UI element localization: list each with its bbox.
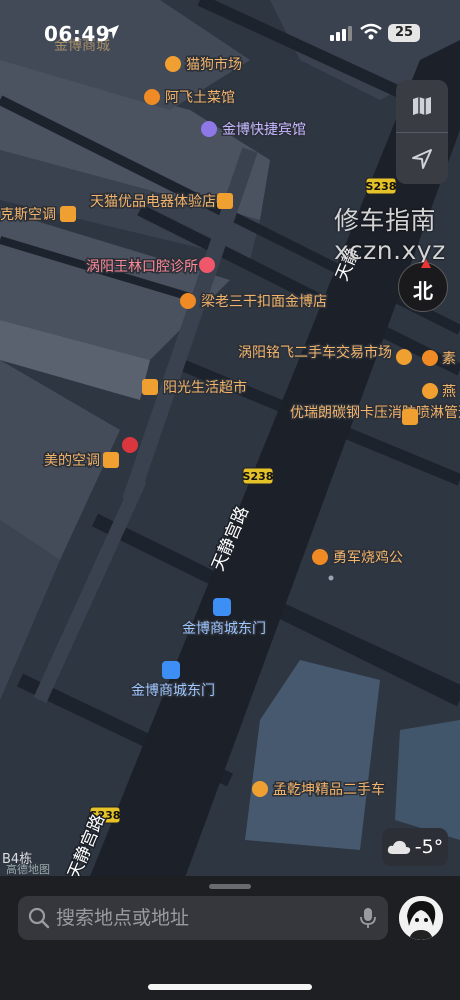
compass-button[interactable]: 北 <box>398 259 448 312</box>
map-controls <box>396 80 448 184</box>
poi-label: 金博商城东门 <box>131 682 215 699</box>
shop-icon <box>103 452 119 468</box>
search-icon <box>28 907 50 929</box>
poi-label: 阿飞土菜馆 <box>165 90 235 106</box>
weather-temperature: -5° <box>414 836 444 858</box>
sheet-grabber[interactable] <box>209 884 251 889</box>
status-time: 06:49 <box>44 22 111 46</box>
fork-knife-icon <box>422 350 438 366</box>
watermark-line: 修车指南 <box>334 206 437 235</box>
weather-widget[interactable]: -5° <box>382 828 448 866</box>
car-icon <box>396 349 412 365</box>
fork-knife-icon <box>144 89 160 105</box>
poi-label: 金博商城东门 <box>182 620 266 637</box>
poi-label: 涡阳铭飞二手车交易市场 <box>238 344 392 361</box>
shop-icon <box>217 193 233 209</box>
briefcase-icon <box>402 409 418 425</box>
shop-icon <box>60 206 76 222</box>
search-bar[interactable] <box>18 896 388 940</box>
brand-badge-icon <box>122 437 138 453</box>
poi-label: 孟乾坤精品二手车 <box>273 781 385 798</box>
poi-noodle-shop[interactable]: 梁老三干扣面金博店 <box>180 292 329 312</box>
bottom-sheet <box>0 876 460 1000</box>
battery-indicator: 25 <box>388 24 420 42</box>
poi-label: 素 <box>442 351 456 367</box>
route-shield-label: S238 <box>243 470 274 483</box>
avatar-image <box>399 896 443 940</box>
car-icon <box>252 781 268 797</box>
status-bar: 06:49 25 <box>0 0 460 60</box>
route-shield-label: S238 <box>366 180 397 193</box>
poi-label: 天猫优品电器体验店 <box>90 194 216 210</box>
poi-tmall-store[interactable]: 天猫优品电器体验店 <box>89 193 233 212</box>
map-icon <box>413 97 431 115</box>
location-dot <box>328 575 334 581</box>
compass-label: 北 <box>413 279 433 303</box>
shop-icon <box>142 379 158 395</box>
map-mode-button[interactable] <box>396 80 448 132</box>
map-provider-label: 高德地图 <box>6 863 50 876</box>
poi-label: 阳光生活超市 <box>163 379 247 396</box>
watermark: 修车指南 xczn.xyz <box>334 206 446 266</box>
wifi-icon <box>360 23 382 40</box>
poi-label: 梁老三干扣面金博店 <box>201 293 327 310</box>
poi-kesi-ac[interactable]: 克斯空调 <box>0 206 76 225</box>
poi-label: 优瑞朗碳钢卡压消防喷淋管道系统 <box>290 405 460 421</box>
cloud-icon <box>387 840 410 854</box>
tooth-icon <box>199 257 215 273</box>
location-arrow-icon <box>105 25 119 39</box>
poi-label: 涡阳王林口腔诊所 <box>86 259 198 275</box>
poi-label: 勇军烧鸡公 <box>333 549 403 566</box>
location-arrow-outline-icon <box>412 149 432 169</box>
fork-knife-icon <box>312 549 328 565</box>
poi-label: 金博快捷宾馆 <box>222 121 306 138</box>
home-indicator <box>148 984 312 990</box>
bus-icon <box>213 598 231 616</box>
avatar[interactable] <box>399 896 443 940</box>
poi-label: 美的空调 <box>44 453 100 469</box>
north-needle-icon <box>421 259 431 268</box>
poi-label: 克斯空调 <box>0 207 56 223</box>
cellular-signal-icon <box>330 26 352 41</box>
poi-label: 燕 <box>442 384 456 400</box>
search-input[interactable] <box>56 896 356 940</box>
car-icon <box>422 383 438 399</box>
microphone-icon[interactable] <box>360 907 376 929</box>
locate-me-button[interactable] <box>396 133 448 185</box>
fork-knife-icon <box>180 293 196 309</box>
poi-dental-clinic[interactable]: 涡阳王林口腔诊所 <box>85 257 215 277</box>
bus-icon <box>162 661 180 679</box>
bed-icon <box>201 121 217 137</box>
